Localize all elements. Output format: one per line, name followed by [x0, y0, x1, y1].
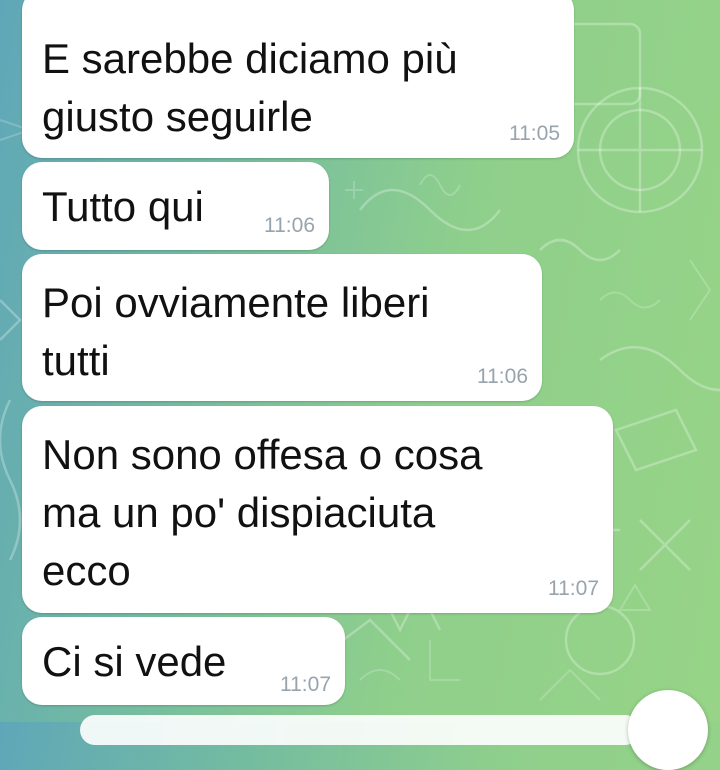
message-time: 11:06 — [477, 365, 528, 388]
chat-message-list[interactable]: E sarebbe diciamo più giusto seguirle 11… — [0, 0, 720, 770]
message-bubble[interactable]: Non sono offesa o cosa ma un po' dispiac… — [22, 406, 613, 613]
message-time: 11:07 — [548, 577, 599, 600]
message-time: 11:07 — [280, 673, 331, 696]
message-bubble[interactable]: Poi ovviamente liberi tutti 11:06 — [22, 254, 542, 401]
message-text: Non sono offesa o cosa ma un po' dispiac… — [42, 431, 483, 594]
scroll-down-button[interactable] — [628, 690, 708, 770]
message-text: Ci si vede — [42, 638, 227, 685]
message-text: Poi ovviamente liberi tutti — [42, 279, 430, 384]
message-bubble[interactable]: Ci si vede 11:07 — [22, 617, 345, 705]
message-time: 11:05 — [509, 122, 560, 145]
message-bubble[interactable]: Tutto qui 11:06 — [22, 162, 329, 250]
message-bubble[interactable]: E sarebbe diciamo più giusto seguirle 11… — [22, 0, 574, 158]
message-text: Tutto qui — [42, 183, 204, 230]
message-time: 11:06 — [264, 214, 315, 237]
message-text: E sarebbe diciamo più giusto seguirle — [42, 35, 458, 140]
message-bubble-partial[interactable] — [80, 715, 640, 745]
